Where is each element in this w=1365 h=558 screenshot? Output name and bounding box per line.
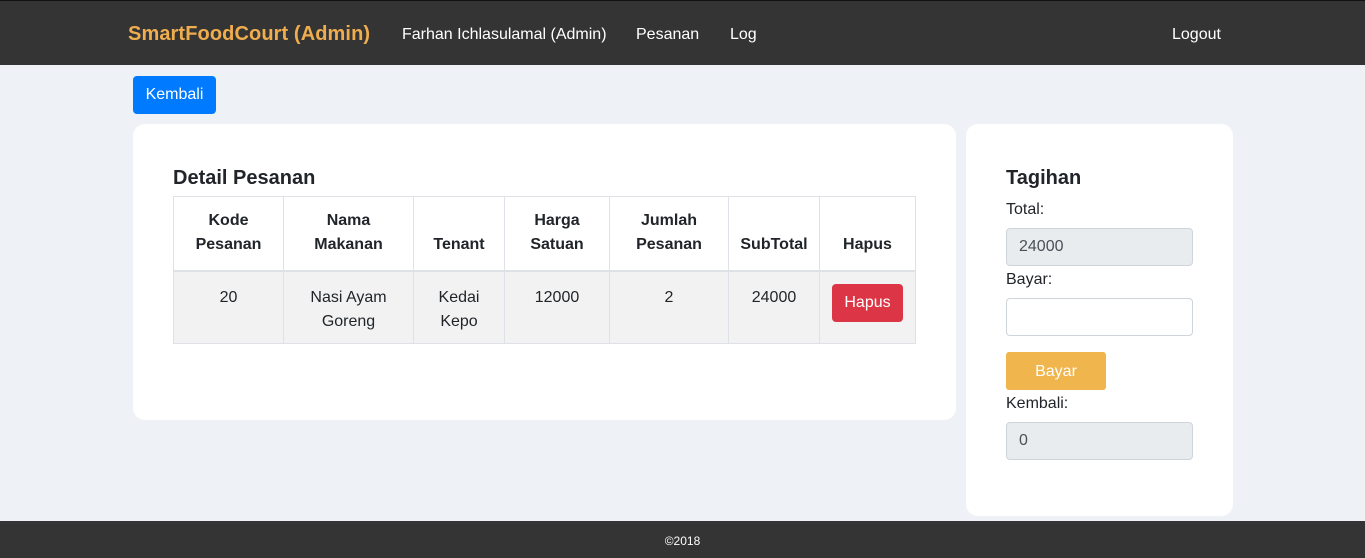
navbar: SmartFoodCourt (Admin) Farhan Ichlasulam…: [0, 0, 1365, 65]
cell-tenant: Kedai Kepo: [413, 270, 505, 344]
brand-link[interactable]: SmartFoodCourt (Admin): [128, 23, 370, 46]
cell-jumlah: 2: [609, 270, 729, 344]
logout-link[interactable]: Logout: [1172, 26, 1221, 44]
cell-nama-makanan: Nasi Ayam Goreng: [283, 270, 414, 344]
header-jumlah-pesanan: Jumlah Pesanan: [609, 196, 729, 272]
header-tenant: Tenant: [413, 196, 505, 272]
total-label: Total:: [1006, 201, 1045, 218]
nav-user-link[interactable]: Farhan Ichlasulamal (Admin): [402, 26, 607, 44]
order-detail-card: Detail Pesanan Kode Pesanan Nama Makanan…: [133, 124, 956, 420]
cell-kode: 20: [173, 270, 284, 344]
footer: ©2018: [0, 521, 1365, 558]
delete-item-button[interactable]: Hapus: [832, 283, 903, 322]
order-detail-title: Detail Pesanan: [173, 167, 316, 189]
bill-title: Tagihan: [1006, 167, 1082, 189]
bayar-input[interactable]: [1006, 298, 1193, 336]
header-nama-makanan: Nama Makanan: [283, 196, 414, 272]
cell-hapus: Hapus: [819, 270, 916, 344]
header-harga-satuan: Harga Satuan: [504, 196, 610, 272]
table-header-row: Kode Pesanan Nama Makanan Tenant Harga S…: [173, 196, 916, 272]
table-row: 20 Nasi Ayam Goreng Kedai Kepo 12000 2 2…: [173, 270, 916, 344]
header-hapus: Hapus: [819, 196, 916, 272]
back-button[interactable]: Kembali: [133, 76, 216, 114]
cell-subtotal: 24000: [728, 270, 820, 344]
header-kode-pesanan: Kode Pesanan: [173, 196, 284, 272]
header-subtotal: SubTotal: [728, 196, 820, 272]
kembali-field: 0: [1006, 422, 1193, 460]
bill-card: Tagihan Total: 24000 Bayar: Bayar Kembal…: [966, 124, 1233, 516]
nav-pesanan-link[interactable]: Pesanan: [636, 26, 699, 44]
cell-harga: 12000: [504, 270, 610, 344]
bayar-button[interactable]: Bayar: [1006, 352, 1106, 390]
kembali-label: Kembali:: [1006, 395, 1069, 412]
nav-log-link[interactable]: Log: [730, 26, 757, 44]
bayar-label: Bayar:: [1006, 271, 1053, 288]
order-detail-table: Kode Pesanan Nama Makanan Tenant Harga S…: [173, 196, 916, 344]
total-field: 24000: [1006, 228, 1193, 266]
